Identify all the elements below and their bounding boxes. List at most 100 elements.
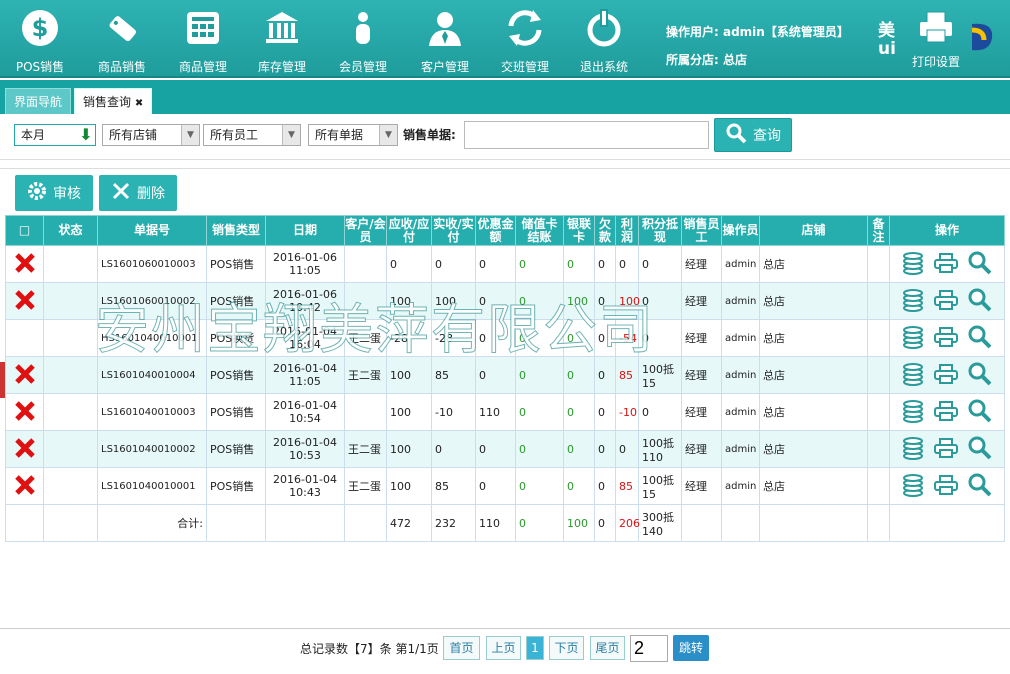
- total-points: 300抵140: [638, 504, 682, 542]
- cell-paid: 0: [431, 245, 476, 283]
- coins-icon[interactable]: [901, 398, 925, 427]
- printer-icon[interactable]: [933, 437, 959, 462]
- delete-x-icon[interactable]: [14, 252, 36, 277]
- cell-points: 0: [638, 245, 682, 283]
- nav-label: POS销售: [15, 60, 65, 74]
- cell-status: [43, 245, 98, 283]
- cell-store: 总店: [759, 319, 868, 357]
- search-icon: [725, 122, 747, 148]
- table-row[interactable]: LS1601040010004 POS销售 2016-01-04 11:05 王二蛋 10…: [5, 356, 1005, 394]
- action-icons: [893, 435, 1001, 464]
- table-row[interactable]: LS1601040010001 POS销售 2016-01-04 10:43 王二蛋 10…: [5, 467, 1005, 505]
- next-page-button[interactable]: 下页: [549, 636, 584, 660]
- tab-label: 界面导航: [14, 95, 63, 109]
- magnifier-icon[interactable]: [967, 398, 993, 427]
- nav-label: 退出系统: [579, 60, 628, 74]
- table-row[interactable]: HS1601040010001 POS换货 2016-01-04 16:04 王二蛋 -2…: [5, 319, 1005, 357]
- cell-note: [867, 319, 890, 357]
- delete-x-icon[interactable]: [14, 363, 36, 388]
- tab-sales-query[interactable]: 销售查询 ✖: [74, 88, 153, 114]
- cell-store: 总店: [759, 393, 868, 431]
- cell-store: 总店: [759, 467, 868, 505]
- close-icon: [111, 181, 131, 205]
- cell-debt: 0: [594, 245, 616, 283]
- cell-union: 0: [563, 467, 595, 505]
- magnifier-icon[interactable]: [967, 472, 993, 501]
- coins-icon[interactable]: [901, 250, 925, 279]
- nav-member[interactable]: 会员管理: [323, 8, 403, 75]
- printer-icon[interactable]: [933, 400, 959, 425]
- delete-x-icon[interactable]: [14, 437, 36, 462]
- total-empty: [759, 504, 868, 542]
- delete-button[interactable]: 删除: [99, 175, 177, 211]
- coins-icon[interactable]: [901, 435, 925, 464]
- total-due: 472: [386, 504, 432, 542]
- current-page[interactable]: 1: [526, 636, 544, 660]
- print-settings-button[interactable]: 打印设置: [906, 10, 966, 70]
- printer-icon[interactable]: [933, 289, 959, 314]
- magnifier-icon[interactable]: [967, 324, 993, 353]
- cell-status: [43, 356, 98, 394]
- total-empty: [681, 504, 722, 542]
- audit-label: 审核: [53, 186, 81, 202]
- action-icons: [893, 287, 1001, 316]
- nav-shift[interactable]: 交班管理: [485, 8, 565, 75]
- printer-icon[interactable]: [933, 363, 959, 388]
- nav-goods-sales[interactable]: 商品销售: [82, 8, 162, 75]
- cell-status: [43, 467, 98, 505]
- query-button[interactable]: 查询: [714, 118, 792, 152]
- cell-no: LS1601040010004: [97, 356, 207, 394]
- printer-icon[interactable]: [933, 252, 959, 277]
- nav-customer[interactable]: 客户管理: [405, 8, 485, 75]
- last-page-button[interactable]: 尾页: [590, 636, 625, 660]
- tab-interface-nav[interactable]: 界面导航: [5, 88, 72, 114]
- coins-icon[interactable]: [901, 361, 925, 390]
- nav-inventory[interactable]: 库存管理: [242, 8, 322, 75]
- go-button[interactable]: 跳转: [673, 635, 709, 661]
- doc-number-input[interactable]: [464, 121, 709, 149]
- column-header: 应收/应付: [386, 215, 432, 246]
- prev-page-button[interactable]: 上页: [486, 636, 521, 660]
- store-select[interactable]: 所有店铺 ▼: [102, 124, 200, 146]
- nav-pos-sales[interactable]: $ POS销售: [0, 8, 80, 75]
- cell-date: 2016-01-04 10:54: [265, 393, 345, 431]
- coins-icon[interactable]: [901, 472, 925, 501]
- cell-cust: 王二蛋: [344, 467, 387, 505]
- delete-x-icon[interactable]: [14, 289, 36, 314]
- first-page-button[interactable]: 首页: [443, 636, 480, 660]
- delete-x-icon[interactable]: [14, 400, 36, 425]
- printer-icon[interactable]: [933, 326, 959, 351]
- table-row[interactable]: LS1601060010003 POS销售 2016-01-06 11:05 0 0 0 0 0…: [5, 245, 1005, 283]
- audit-button[interactable]: 审核: [15, 175, 93, 211]
- magnifier-icon[interactable]: [967, 287, 993, 316]
- nav-exit[interactable]: 退出系统: [564, 8, 644, 75]
- cell-union: 0: [563, 245, 595, 283]
- coins-icon[interactable]: [901, 287, 925, 316]
- magnifier-icon[interactable]: [967, 435, 993, 464]
- employee-select[interactable]: 所有员工 ▼: [203, 124, 301, 146]
- printer-icon[interactable]: [933, 474, 959, 499]
- table-row[interactable]: LS1601040010003 POS销售 2016-01-04 10:54 100 -1…: [5, 393, 1005, 431]
- chevron-down-icon: ▼: [379, 125, 397, 145]
- row-delete: [5, 282, 44, 320]
- page-input[interactable]: [630, 635, 668, 662]
- table-row[interactable]: LS1601040010002 POS销售 2016-01-04 10:53 王二蛋 10…: [5, 430, 1005, 468]
- period-select[interactable]: 本月 ⬇: [14, 124, 96, 146]
- magnifier-icon[interactable]: [967, 250, 993, 279]
- coins-icon[interactable]: [901, 324, 925, 353]
- nav-goods-management[interactable]: 商品管理: [163, 8, 243, 75]
- cell-staff: 经理: [681, 319, 722, 357]
- select-all-checkbox[interactable]: □: [19, 223, 30, 237]
- cell-status: [43, 393, 98, 431]
- delete-x-icon[interactable]: [14, 474, 36, 499]
- action-icons: [893, 324, 1001, 353]
- date-value: 2016-01-06: [273, 251, 337, 264]
- doc-type-select[interactable]: 所有单据 ▼: [308, 124, 398, 146]
- close-icon[interactable]: ✖: [135, 98, 143, 109]
- magnifier-icon[interactable]: [967, 361, 993, 390]
- cell-no: LS1601040010001: [97, 467, 207, 505]
- user-info: 操作用户: admin【系统管理员】 所属分店: 总店: [666, 18, 849, 74]
- cell-op: admin: [721, 282, 760, 320]
- column-header: 销售员工: [681, 215, 722, 246]
- table-row[interactable]: LS1601060010002 POS销售 2016-01-06 10:42 100 10…: [5, 282, 1005, 320]
